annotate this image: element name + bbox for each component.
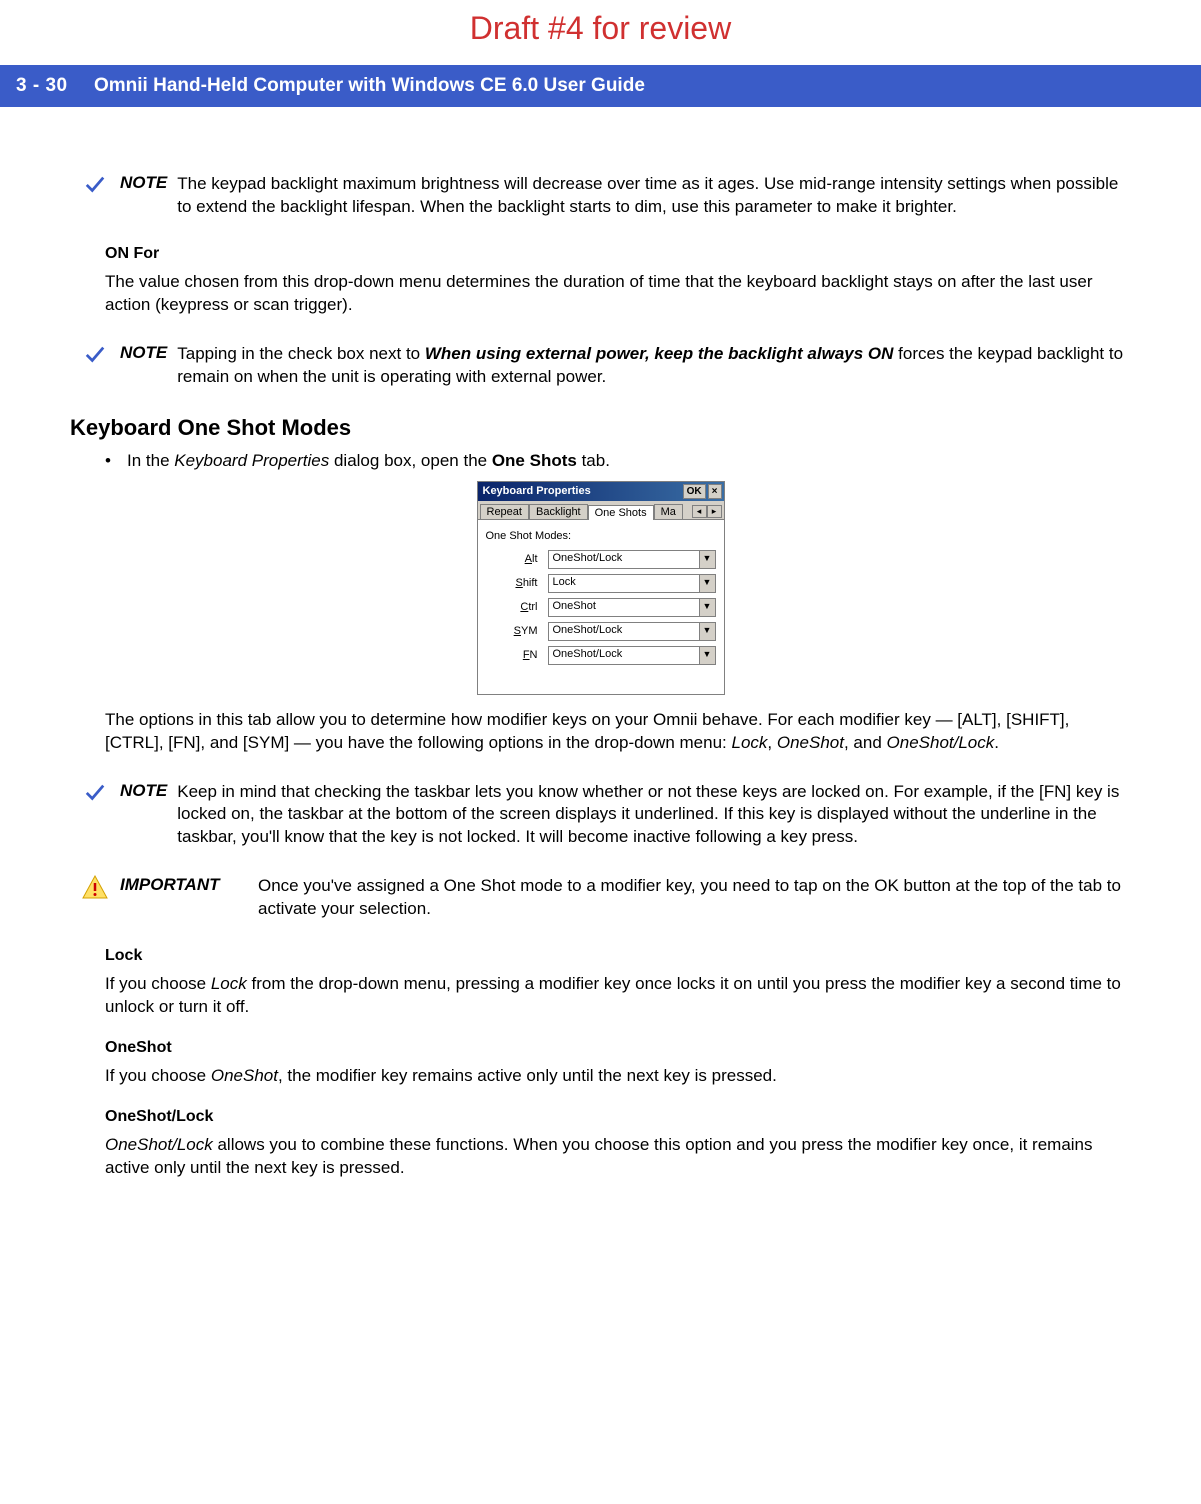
important-block: IMPORTANT Once you've assigned a One Sho… — [70, 875, 1131, 921]
page-title: Omnii Hand-Held Computer with Windows CE… — [94, 75, 645, 96]
chevron-down-icon: ▼ — [699, 647, 715, 664]
tab-one-shots[interactable]: One Shots — [588, 505, 654, 520]
note-text: Tapping in the check box next to When us… — [177, 343, 1131, 389]
note-label: NOTE — [120, 781, 177, 850]
page-number: 3 - 30 — [16, 75, 68, 96]
lock-text: If you choose Lock from the drop-down me… — [105, 973, 1131, 1019]
dialog-tabs: Repeat Backlight One Shots Ma ◂ ▸ — [478, 501, 724, 520]
oneshot-heading: OneShot — [105, 1039, 1131, 1057]
row-fn: FN OneShot/Lock ▼ — [486, 646, 716, 665]
oneshotlock-heading: OneShot/Lock — [105, 1108, 1131, 1126]
close-button[interactable]: × — [708, 484, 722, 499]
group-label: One Shot Modes: — [486, 530, 716, 542]
label-fn: FN — [486, 649, 548, 661]
select-alt[interactable]: OneShot/Lock ▼ — [548, 550, 716, 569]
page-header: 3 - 30 Omnii Hand-Held Computer with Win… — [0, 65, 1201, 107]
checkmark-icon — [70, 343, 120, 365]
row-sym: SYM OneShot/Lock ▼ — [486, 622, 716, 641]
note-text: Keep in mind that checking the taskbar l… — [177, 781, 1131, 850]
on-for-heading: ON For — [105, 245, 1131, 263]
tab-repeat[interactable]: Repeat — [480, 504, 529, 519]
row-alt: Alt OneShot/Lock ▼ — [486, 550, 716, 569]
bullet-item: • In the Keyboard Properties dialog box,… — [105, 451, 1131, 471]
label-alt: Alt — [486, 553, 548, 565]
important-text: Once you've assigned a One Shot mode to … — [258, 875, 1131, 921]
note-label: NOTE — [120, 173, 177, 219]
important-label: IMPORTANT — [120, 875, 258, 921]
tab-macros[interactable]: Ma — [654, 504, 683, 519]
tab-scroll-left[interactable]: ◂ — [692, 505, 707, 518]
on-for-text: The value chosen from this drop-down men… — [105, 271, 1131, 317]
label-shift: Shift — [486, 577, 548, 589]
dialog-title-text: Keyboard Properties — [483, 485, 591, 497]
select-shift[interactable]: Lock ▼ — [548, 574, 716, 593]
checkmark-icon — [70, 781, 120, 803]
warning-icon — [70, 875, 120, 899]
oneshot-text: If you choose OneShot, the modifier key … — [105, 1065, 1131, 1088]
oneshotlock-text: OneShot/Lock allows you to combine these… — [105, 1134, 1131, 1180]
options-paragraph: The options in this tab allow you to det… — [105, 709, 1131, 755]
tab-backlight[interactable]: Backlight — [529, 504, 588, 519]
lock-heading: Lock — [105, 947, 1131, 965]
select-ctrl[interactable]: OneShot ▼ — [548, 598, 716, 617]
chevron-down-icon: ▼ — [699, 599, 715, 616]
note-block-3: NOTE Keep in mind that checking the task… — [70, 781, 1131, 850]
bullet-dot: • — [105, 451, 127, 471]
chevron-down-icon: ▼ — [699, 551, 715, 568]
chevron-down-icon: ▼ — [699, 575, 715, 592]
tab-scroll-right[interactable]: ▸ — [707, 505, 722, 518]
chevron-down-icon: ▼ — [699, 623, 715, 640]
keyboard-properties-dialog: Keyboard Properties OK × Repeat Backligh… — [477, 481, 725, 695]
note-label: NOTE — [120, 343, 177, 389]
row-shift: Shift Lock ▼ — [486, 574, 716, 593]
draft-banner: Draft #4 for review — [0, 0, 1201, 65]
select-sym[interactable]: OneShot/Lock ▼ — [548, 622, 716, 641]
note-block-2: NOTE Tapping in the check box next to Wh… — [70, 343, 1131, 389]
note-block-1: NOTE The keypad backlight maximum bright… — [70, 173, 1131, 219]
label-sym: SYM — [486, 625, 548, 637]
checkmark-icon — [70, 173, 120, 195]
section-heading: Keyboard One Shot Modes — [70, 415, 1131, 441]
dialog-titlebar: Keyboard Properties OK × — [478, 482, 724, 501]
note-text: The keypad backlight maximum brightness … — [177, 173, 1131, 219]
row-ctrl: Ctrl OneShot ▼ — [486, 598, 716, 617]
select-fn[interactable]: OneShot/Lock ▼ — [548, 646, 716, 665]
label-ctrl: Ctrl — [486, 601, 548, 613]
ok-button[interactable]: OK — [683, 484, 706, 499]
